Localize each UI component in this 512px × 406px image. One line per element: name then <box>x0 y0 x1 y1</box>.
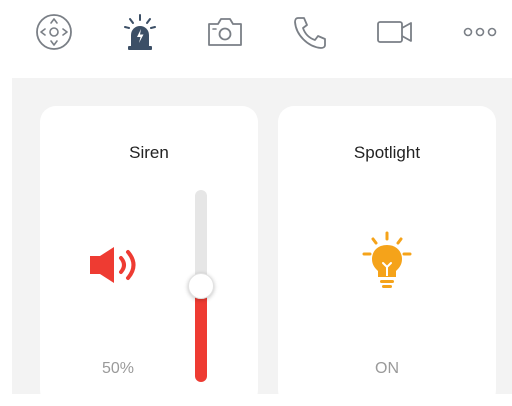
slider-thumb[interactable] <box>188 273 214 299</box>
toolbar <box>0 0 512 68</box>
siren-title: Siren <box>129 143 169 162</box>
spotlight-status: ON <box>375 360 399 377</box>
controls-panel: Siren 50% Spotlight ON <box>12 78 512 406</box>
toolbar-button-talk[interactable] <box>288 10 332 54</box>
toolbar-button-record[interactable] <box>373 10 417 54</box>
alarm-beacon-icon <box>124 14 156 50</box>
lightbulb-icon <box>362 231 412 288</box>
video-camera-icon <box>377 21 412 43</box>
phone-icon <box>294 17 326 49</box>
camera-icon <box>208 18 242 46</box>
spotlight-toggle[interactable] <box>359 230 415 294</box>
siren-volume-slider[interactable] <box>188 190 214 382</box>
toolbar-button-ptz[interactable] <box>32 10 76 54</box>
siren-card[interactable]: Siren 50% <box>40 106 258 406</box>
spotlight-card[interactable]: Spotlight ON <box>278 106 496 406</box>
siren-volume-label: 50% <box>101 360 135 377</box>
toolbar-button-more[interactable] <box>458 10 502 54</box>
more-icon <box>463 27 497 37</box>
slider-fill <box>195 286 207 382</box>
directional-pad-icon <box>36 14 72 50</box>
toolbar-button-snapshot[interactable] <box>203 10 247 54</box>
toolbar-button-alarm[interactable] <box>118 10 162 54</box>
spotlight-title: Spotlight <box>353 143 421 162</box>
speaker-icon <box>90 247 136 283</box>
siren-toggle[interactable] <box>88 241 148 289</box>
